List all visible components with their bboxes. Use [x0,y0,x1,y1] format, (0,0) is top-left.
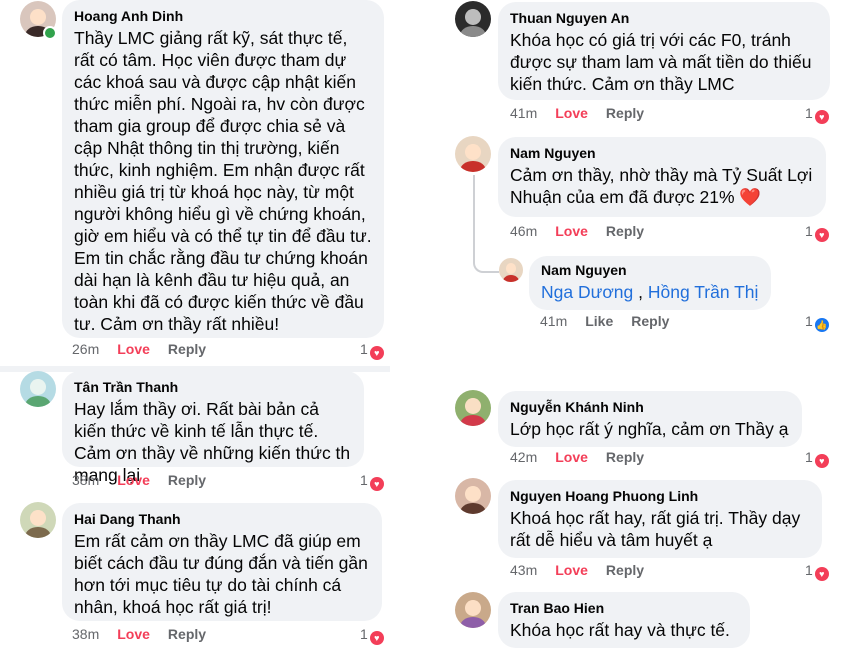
comment-bubble: Hai Dang Thanh Em rất cảm ơn thầy LMC đã… [62,503,382,621]
comment-bubble: Thuan Nguyen An Khóa học có giá trị với … [498,2,830,100]
reaction-count[interactable]: 1 ♥ [805,562,829,581]
heart-reaction-icon: ♥ [814,454,829,468]
mention-link[interactable]: Nga Dương [541,282,633,302]
comment-bubble: Nguyen Hoang Phuong Linh Khoá học rất ha… [498,480,822,558]
comment-actions: 41m Love Reply [510,105,662,121]
comment-time[interactable]: 42m [510,449,537,465]
comment-text: Khóa học rất hay và thực tế. [510,620,730,640]
avatar[interactable] [455,478,491,514]
comment-bubble: Hoang Anh Dinh Thầy LMC giảng rất kỹ, sá… [62,0,384,338]
reaction-count[interactable]: 1 ♥ [805,223,829,242]
reaction-count[interactable]: 1 ♥ [360,626,384,645]
comment-author[interactable]: Nguyễn Khánh Ninh [510,399,790,416]
comment-author[interactable]: Tân Trần Thanh [74,379,352,396]
comment-time[interactable]: 38m [72,626,99,642]
reply-thread-line [473,175,499,273]
reaction-count[interactable]: 1 👍 [805,313,829,332]
heart-reaction-icon: ♥ [814,228,829,242]
heart-reaction-icon: ♥ [369,631,384,645]
comment-author[interactable]: Nam Nguyen [541,262,759,279]
reply-button[interactable]: Reply [606,562,644,578]
like-button[interactable]: Like [585,313,613,329]
avatar[interactable] [20,371,56,407]
reply-button[interactable]: Reply [168,626,206,642]
like-reaction-icon: 👍 [814,318,829,332]
comment-actions: 38m Love Reply [72,472,224,488]
comment-bubble: Nguyễn Khánh Ninh Lớp học rất ý nghĩa, c… [498,391,802,447]
love-button[interactable]: Love [555,223,588,239]
love-button[interactable]: Love [555,449,588,465]
mention-link[interactable]: Hồng Trần Thị [648,282,759,302]
comment-author[interactable]: Nguyen Hoang Phuong Linh [510,488,810,505]
heart-reaction-icon: ♥ [369,346,384,360]
comment-actions: 43m Love Reply [510,562,662,578]
reaction-count[interactable]: 1 ♥ [805,105,829,124]
comment-time[interactable]: 43m [510,562,537,578]
comment-bubble: Nam Nguyen Nga Dương , Hồng Trần Thị [529,256,771,310]
comment-text: Khóa học có giá trị với các F0, tránh đư… [510,30,812,94]
comment-actions: 42m Love Reply [510,449,662,465]
comment-author[interactable]: Hoang Anh Dinh [74,8,372,25]
heart-reaction-icon: ♥ [814,567,829,581]
comment-time[interactable]: 46m [510,223,537,239]
comment-actions: 46m Love Reply [510,223,662,239]
love-button[interactable]: Love [555,562,588,578]
comment-actions: 41m Like Reply [540,313,687,329]
comment-time[interactable]: 41m [510,105,537,121]
reply-button[interactable]: Reply [606,223,644,239]
comment-time[interactable]: 38m [72,472,99,488]
love-button[interactable]: Love [117,472,150,488]
comment-text: Nga Dương , Hồng Trần Thị [541,282,759,302]
avatar[interactable] [499,258,523,282]
comment-author[interactable]: Hai Dang Thanh [74,511,370,528]
comment-actions: 26m Love Reply [72,341,224,357]
reaction-count[interactable]: 1 ♥ [360,472,384,491]
reaction-count[interactable]: 1 ♥ [360,341,384,360]
reply-button[interactable]: Reply [606,105,644,121]
reply-button[interactable]: Reply [168,341,206,357]
comment-text: Em rất cảm ơn thầy LMC đã giúp em biết c… [74,531,368,617]
heart-reaction-icon: ♥ [369,477,384,491]
comment-author[interactable]: Tran Bao Hien [510,600,738,617]
comment-actions: 38m Love Reply [72,626,224,642]
comment-text: Lớp học rất ý nghĩa, cảm ơn Thầy ạ [510,419,789,439]
love-button[interactable]: Love [117,626,150,642]
avatar[interactable] [455,136,491,172]
comment-author[interactable]: Nam Nguyen [510,145,814,162]
comment-bubble: Nam Nguyen Cảm ơn thầy, nhờ thầy mà Tỷ S… [498,137,826,217]
avatar[interactable] [455,390,491,426]
reaction-count[interactable]: 1 ♥ [805,449,829,468]
comment-text: Cảm ơn thầy, nhờ thầy mà Tỷ Suất Lợi Nhu… [510,165,813,207]
comment-text: Khoá học rất hay, rất giá trị. Thầy dạy … [510,508,801,550]
heart-reaction-icon: ♥ [814,110,829,124]
comment-author[interactable]: Thuan Nguyen An [510,10,818,27]
comment-text: Thầy LMC giảng rất kỹ, sát thực tế, rất … [74,28,372,334]
comment-time[interactable]: 41m [540,313,567,329]
reply-button[interactable]: Reply [631,313,669,329]
reply-button[interactable]: Reply [606,449,644,465]
comment-bubble: Tân Trần Thanh Hay lắm thầy ơi. Rất bài … [62,371,364,485]
avatar[interactable] [20,502,56,538]
love-button[interactable]: Love [117,341,150,357]
reply-button[interactable]: Reply [168,472,206,488]
avatar[interactable] [455,1,491,37]
comment-bubble: Tran Bao Hien Khóa học rất hay và thực t… [498,592,750,648]
online-status-icon [43,26,57,40]
comment-time[interactable]: 26m [72,341,99,357]
love-button[interactable]: Love [555,105,588,121]
avatar[interactable] [455,592,491,628]
